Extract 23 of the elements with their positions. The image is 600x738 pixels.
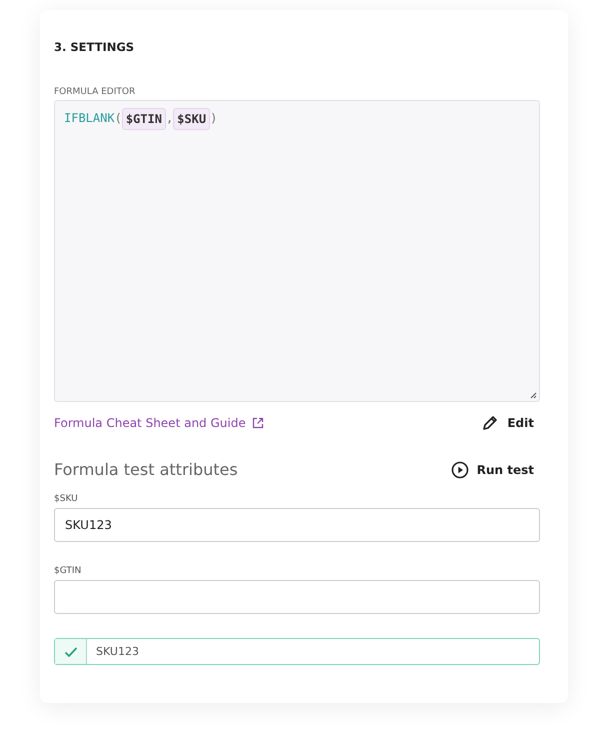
formula-editor[interactable]: IFBLANK( $GTIN , $SKU ) <box>54 100 540 402</box>
result-field: SKU123 <box>54 638 540 665</box>
pencil-icon <box>481 414 500 432</box>
resize-handle-icon[interactable] <box>530 392 537 399</box>
play-icon <box>450 460 469 478</box>
edit-button[interactable]: Edit <box>481 414 540 432</box>
test-heading: Formula test attributes <box>54 460 238 479</box>
formula-text: , <box>166 110 174 127</box>
formula-text: ( <box>114 110 122 127</box>
run-test-button[interactable]: Run test <box>450 460 540 478</box>
field-label: FORMULA EDITOR <box>54 87 136 99</box>
guide-link[interactable]: Formula Cheat Sheet and Guide <box>54 416 264 430</box>
external-link-icon <box>252 417 264 429</box>
attribute-chip: $SKU <box>173 108 210 130</box>
input-field[interactable]: SKU123 <box>54 508 540 542</box>
section-title: 3. SETTINGS <box>54 40 136 56</box>
attribute-chip: $GTIN <box>122 108 166 130</box>
input-field[interactable] <box>54 580 540 614</box>
check-icon <box>64 646 78 658</box>
formula-text: ) <box>210 110 218 127</box>
field-label: $SKU <box>54 494 79 506</box>
formula-text: IFBLANK <box>64 110 115 127</box>
field-label: $GTIN <box>54 566 82 578</box>
